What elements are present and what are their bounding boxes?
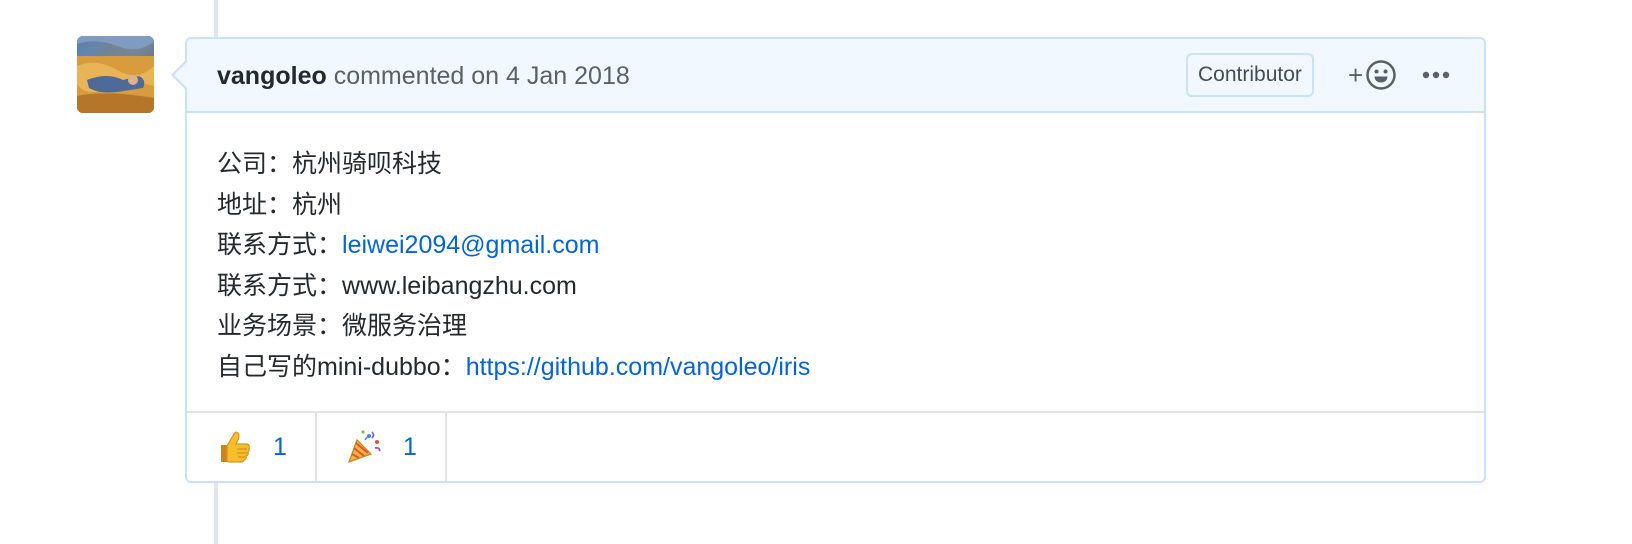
body-line-website: 联系方式：www.leibangzhu.com bbox=[217, 271, 577, 300]
kebab-horizontal-icon bbox=[1422, 71, 1450, 79]
github-link[interactable]: https://github.com/vangoleo/iris bbox=[466, 353, 811, 381]
comment-box: vangoleo commented on 4 Jan 2018 Contrib… bbox=[185, 37, 1486, 483]
reaction-count: 1 bbox=[403, 432, 417, 461]
reaction-thumbs-up[interactable]: 1 bbox=[187, 413, 317, 481]
body-line-address: 地址：杭州 bbox=[217, 190, 343, 219]
party-popper-icon bbox=[347, 430, 381, 464]
email-link[interactable]: leiwei2094@gmail.com bbox=[342, 231, 599, 259]
user-avatar[interactable] bbox=[77, 36, 154, 113]
plus-label: + bbox=[1348, 60, 1364, 90]
body-line-project: 自己写的mini-dubbo：https://github.com/vangol… bbox=[217, 352, 811, 381]
reaction-count: 1 bbox=[273, 432, 287, 461]
comment-header: vangoleo commented on 4 Jan 2018 Contrib… bbox=[187, 39, 1484, 113]
add-reaction-button[interactable]: + bbox=[1348, 57, 1397, 93]
comment-meta: vangoleo commented on 4 Jan 2018 bbox=[217, 61, 630, 91]
thumbs-up-icon bbox=[221, 431, 250, 463]
body-line-company: 公司：杭州骑呗科技 bbox=[217, 150, 443, 178]
reaction-party[interactable]: 1 bbox=[317, 413, 447, 481]
comment-date-link[interactable]: 4 Jan 2018 bbox=[506, 62, 630, 90]
avatar-image bbox=[77, 36, 154, 113]
comment-body: 公司：杭州骑呗科技 地址：杭州 联系方式：leiwei2094@gmail.co… bbox=[217, 144, 810, 387]
smiley-icon bbox=[1366, 60, 1396, 90]
reactions-bar: 1 1 bbox=[187, 411, 1484, 481]
comment-action: commented on 4 Jan 2018 bbox=[333, 62, 630, 90]
comment-pointer-fill bbox=[174, 62, 187, 88]
more-options-button[interactable] bbox=[1420, 63, 1452, 87]
body-line-scenario: 业务场景：微服务治理 bbox=[217, 312, 468, 340]
author-link[interactable]: vangoleo bbox=[217, 62, 327, 90]
contributor-badge: Contributor bbox=[1186, 53, 1314, 97]
body-line-email: 联系方式：leiwei2094@gmail.com bbox=[217, 231, 600, 259]
